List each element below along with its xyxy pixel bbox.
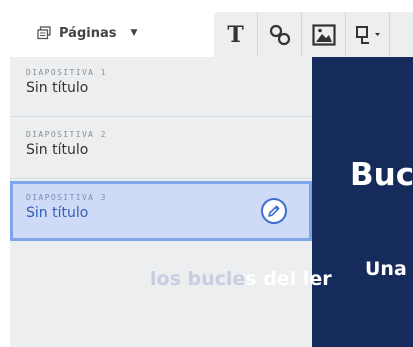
slide-subtitle-line-2: los bucles del ler [150,268,332,290]
link-tool-button[interactable] [258,12,302,57]
slide-label: DIAPOSITIVA 1 [26,68,107,77]
slide-title: Sin título [26,205,89,221]
slide-label: DIAPOSITIVA 2 [26,130,107,139]
slide-label: DIAPOSITIVA 3 [26,193,107,202]
pages-label: Páginas [59,25,117,41]
chevron-down-icon: ▼ [130,28,138,38]
pages-icon [37,26,51,40]
image-tool-button[interactable] [302,12,346,57]
slide-preview[interactable]: Buc Una [312,57,413,347]
slide-item-1[interactable]: DIAPOSITIVA 1 Sin título [10,57,312,117]
slide-subtitle-line-2-overflow: los bucle [150,268,246,290]
shape-icon [355,25,380,44]
pencil-icon [268,205,280,217]
slide-item-2[interactable]: DIAPOSITIVA 2 Sin título [10,119,312,179]
slide-list: DIAPOSITIVA 1 Sin título DIAPOSITIVA 2 S… [10,57,312,347]
slide-title: Sin título [26,80,89,96]
toolbar: Páginas ▼ T [0,0,413,57]
text-tool-button[interactable]: T [214,12,258,57]
pages-dropdown-button[interactable]: Páginas ▼ [37,22,137,44]
shape-tool-button[interactable] [346,12,390,57]
slide-heading: Buc [350,157,413,193]
text-icon: T [227,21,244,48]
edit-slide-button[interactable] [261,198,287,224]
slide-subtitle-line-1: Una [365,258,407,280]
insert-tools: T [214,12,413,57]
slide-title: Sin título [26,142,89,158]
link-icon [269,24,290,45]
slide-item-3[interactable]: DIAPOSITIVA 3 Sin título [10,181,312,241]
slide-subtitle-line-2-visible: s del ler [245,268,332,290]
image-icon [311,23,336,46]
